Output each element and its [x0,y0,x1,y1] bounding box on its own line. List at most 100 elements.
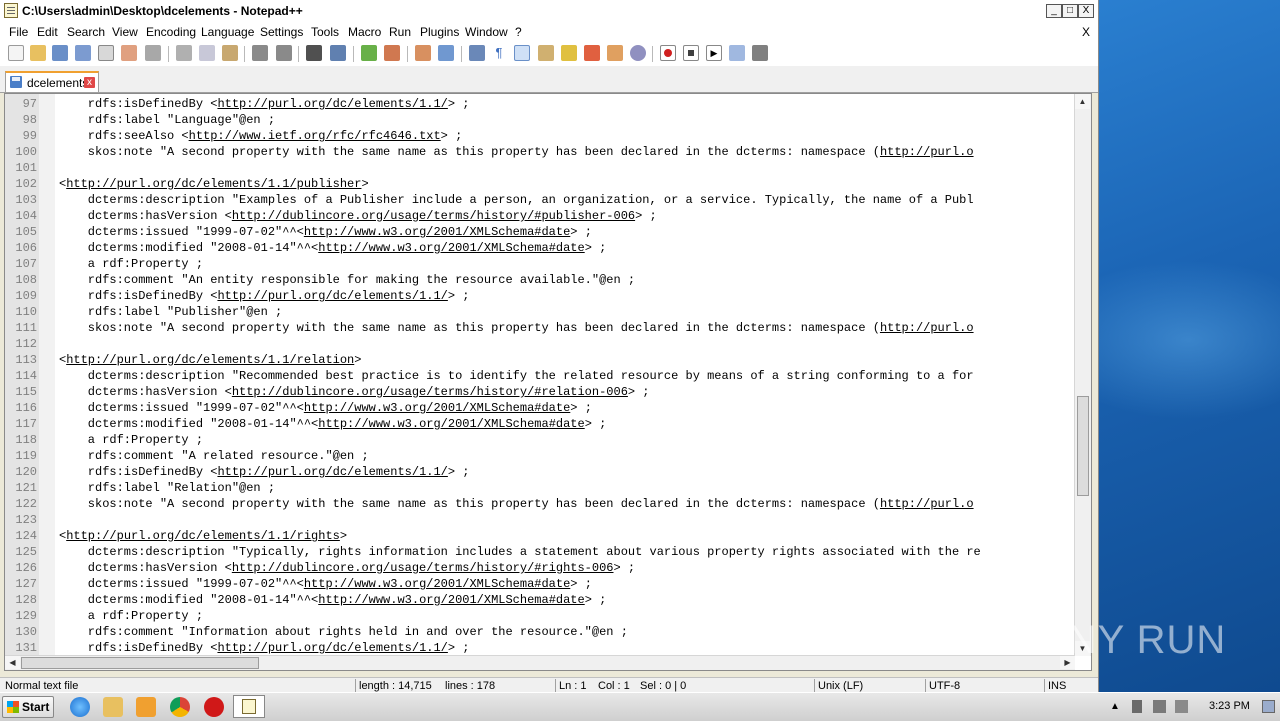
opera-icon[interactable] [204,697,224,717]
run-macro-multiple-icon[interactable] [729,45,745,61]
line-url[interactable]: http://purl.o [880,497,974,511]
code-line[interactable]: 102 <http://purl.org/dc/elements/1.1/publ… [5,176,1075,192]
document-map-icon[interactable] [561,45,577,61]
code-line[interactable]: 97 rdfs:isDefinedBy <http://purl.org/dc/… [5,96,1075,112]
line-url[interactable]: http://purl.org/dc/elements/1.1/ [217,97,447,111]
print-icon[interactable] [145,45,161,61]
file-explorer-icon[interactable] [103,697,123,717]
line-url[interactable]: http://purl.org/dc/elements/1.1/publishe… [66,177,361,191]
menu-run[interactable]: Run [389,25,411,39]
volume-icon[interactable] [1175,700,1188,713]
menu-view[interactable]: View [112,25,138,39]
menu-language[interactable]: Language [201,25,254,39]
code-line[interactable]: 114 dcterms:description "Recommended bes… [5,368,1075,384]
line-url[interactable]: http://dublincore.org/usage/terms/histor… [232,209,635,223]
open-file-icon[interactable] [30,45,46,61]
menu-encoding[interactable]: Encoding [146,25,196,39]
code-line[interactable]: 107 a rdf:Property ; [5,256,1075,272]
close-file-icon[interactable] [98,45,114,61]
code-line[interactable]: 98 rdfs:label "Language"@en ; [5,112,1075,128]
code-line[interactable]: 115 dcterms:hasVersion <http://dublincor… [5,384,1075,400]
code-line[interactable]: 99 rdfs:seeAlso <http://www.ietf.org/rfc… [5,128,1075,144]
show-all-characters-icon[interactable]: ¶ [491,45,507,61]
code-line[interactable]: 119 rdfs:comment "A related resource."@e… [5,448,1075,464]
action-center-flag-icon[interactable] [1132,700,1142,713]
code-line[interactable]: 125 dcterms:description "Typically, righ… [5,544,1075,560]
network-icon[interactable] [1153,700,1166,713]
undo-icon[interactable] [252,45,268,61]
code-line[interactable]: 117 dcterms:modified "2008-01-14"^^<http… [5,416,1075,432]
code-line[interactable]: 101 [5,160,1075,176]
code-line[interactable]: 111 skos:note "A second property with th… [5,320,1075,336]
menu-macro[interactable]: Macro [348,25,381,39]
tab-dcelements[interactable]: dcelements x [5,71,99,92]
code-line[interactable]: 131 rdfs:isDefinedBy <http://purl.org/dc… [5,640,1075,656]
code-line[interactable]: 105 dcterms:issued "1999-07-02"^^<http:/… [5,224,1075,240]
line-url[interactable]: http://www.w3.org/2001/XMLSchema#date [318,241,584,255]
show-desktop-icon[interactable] [1262,700,1275,713]
code-line[interactable]: 110 rdfs:label "Publisher"@en ; [5,304,1075,320]
line-url[interactable]: http://purl.org/dc/elements/1.1/ [217,289,447,303]
notepadpp-taskbar-button[interactable] [233,695,265,718]
user-language-icon[interactable] [538,45,554,61]
editor-pane[interactable]: 97 rdfs:isDefinedBy <http://purl.org/dc/… [4,93,1092,671]
stop-recording-icon[interactable] [683,45,699,61]
line-url[interactable]: http://purl.o [880,145,974,159]
redo-icon[interactable] [276,45,292,61]
line-url[interactable]: http://purl.org/dc/elements/1.1/ [217,641,447,655]
folder-workspace-icon[interactable] [607,45,623,61]
code-line[interactable]: 124 <http://purl.org/dc/elements/1.1/righ… [5,528,1075,544]
code-line[interactable]: 122 skos:note "A second property with th… [5,496,1075,512]
vertical-scrollbar[interactable]: ▲ ▼ [1074,94,1091,656]
save-icon[interactable] [52,45,68,61]
code-line[interactable]: 120 rdfs:isDefinedBy <http://purl.org/dc… [5,464,1075,480]
code-line[interactable]: 123 [5,512,1075,528]
line-url[interactable]: http://purl.o [880,321,974,335]
code-line[interactable]: 127 dcterms:issued "1999-07-02"^^<http:/… [5,576,1075,592]
code-line[interactable]: 126 dcterms:hasVersion <http://dublincor… [5,560,1075,576]
line-url[interactable]: http://purl.org/dc/elements/1.1/rights [66,529,340,543]
replace-icon[interactable] [330,45,346,61]
code-line[interactable]: 104 dcterms:hasVersion <http://dublincor… [5,208,1075,224]
menu-file[interactable]: File [9,25,28,39]
zoom-in-icon[interactable] [361,45,377,61]
cut-icon[interactable] [176,45,192,61]
save-macro-icon[interactable] [752,45,768,61]
menu-search[interactable]: Search [67,25,105,39]
line-url[interactable]: http://dublincore.org/usage/terms/histor… [232,385,628,399]
start-button[interactable]: Start [2,696,54,718]
line-url[interactable]: http://purl.org/dc/elements/1.1/relation [66,353,354,367]
paste-icon[interactable] [222,45,238,61]
code-line[interactable]: 109 rdfs:isDefinedBy <http://purl.org/dc… [5,288,1075,304]
line-url[interactable]: http://purl.org/dc/elements/1.1/ [217,465,447,479]
code-line[interactable]: 100 skos:note "A second property with th… [5,144,1075,160]
code-line[interactable]: 112 [5,336,1075,352]
close-button[interactable]: X [1078,4,1094,18]
monitoring-icon[interactable] [630,45,646,61]
internet-explorer-icon[interactable] [70,697,90,717]
save-all-icon[interactable] [75,45,91,61]
code-line[interactable]: 116 dcterms:issued "1999-07-02"^^<http:/… [5,400,1075,416]
close-document-button[interactable]: X [1082,25,1090,39]
new-file-icon[interactable] [8,45,24,61]
code-line[interactable]: 121 rdfs:label "Relation"@en ; [5,480,1075,496]
sync-horizontal-icon[interactable] [438,45,454,61]
copy-icon[interactable] [199,45,215,61]
minimize-button[interactable]: _ [1046,4,1062,18]
line-url[interactable]: http://www.ietf.org/rfc/rfc4646.txt [189,129,441,143]
zoom-out-icon[interactable] [384,45,400,61]
menu-plugins[interactable]: Plugins [420,25,459,39]
scroll-left-icon[interactable]: ◀ [5,656,20,669]
menu-edit[interactable]: Edit [37,25,58,39]
line-url[interactable]: http://www.w3.org/2001/XMLSchema#date [318,417,584,431]
indent-guide-icon[interactable] [514,45,530,61]
code-line[interactable]: 128 dcterms:modified "2008-01-14"^^<http… [5,592,1075,608]
menu-window[interactable]: Window [465,25,508,39]
line-url[interactable]: http://dublincore.org/usage/terms/histor… [232,561,614,575]
code-line[interactable]: 130 rdfs:comment "Information about righ… [5,624,1075,640]
line-url[interactable]: http://www.w3.org/2001/XMLSchema#date [304,577,570,591]
menu-settings[interactable]: Settings [260,25,303,39]
function-list-icon[interactable] [584,45,600,61]
code-line[interactable]: 129 a rdf:Property ; [5,608,1075,624]
tab-close-icon[interactable]: x [84,77,95,88]
